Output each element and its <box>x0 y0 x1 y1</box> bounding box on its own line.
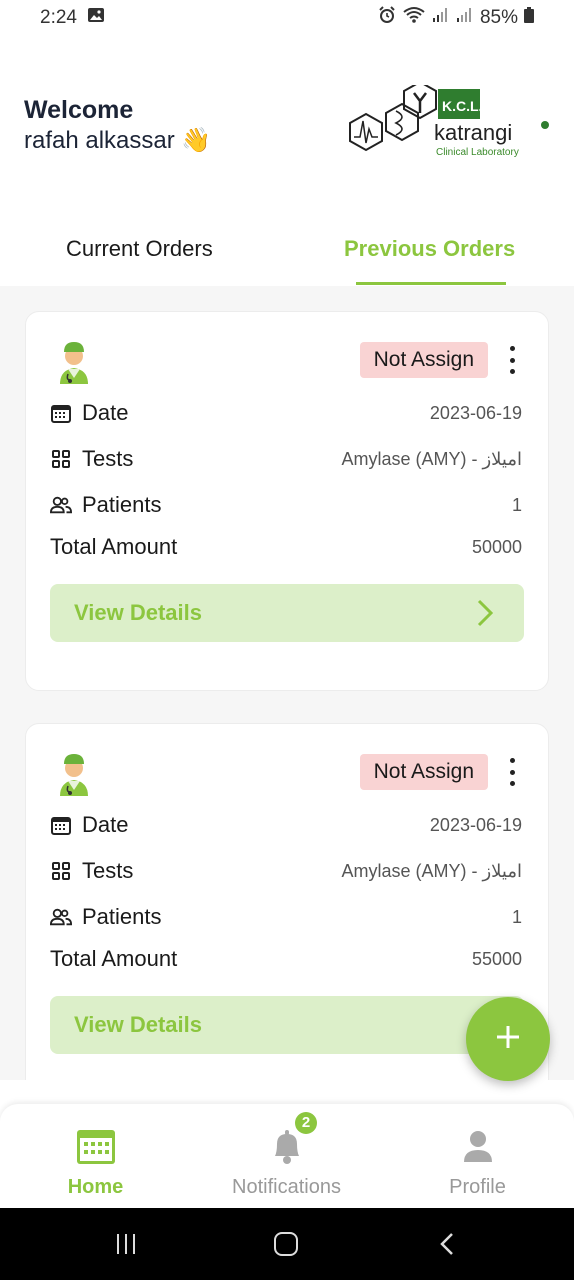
kebab-menu-icon[interactable] <box>508 346 516 374</box>
battery-icon <box>524 7 534 29</box>
system-navigation-bar <box>0 1208 574 1280</box>
patients-label: Patients <box>82 904 162 929</box>
nav-notifications-label: Notifications <box>232 1176 341 1198</box>
grid-icon <box>50 448 72 470</box>
patients-row: Patients 1 <box>50 902 522 932</box>
logo-subtitle-text: Clinical Laboratory <box>436 147 519 158</box>
total-value: 50000 <box>471 536 522 557</box>
grid-icon <box>50 860 72 882</box>
doctor-avatar <box>54 750 94 796</box>
view-details-button[interactable]: View Details <box>50 996 524 1054</box>
total-row: Total Amount 50000 <box>50 532 522 562</box>
total-value: 55000 <box>471 948 522 969</box>
home-system-icon[interactable] <box>274 1232 298 1261</box>
date-label: Date <box>82 400 129 425</box>
plus-icon <box>495 1024 521 1055</box>
total-label: Total Amount <box>50 946 178 971</box>
tests-value: Amylase (AMY) - اميلاز <box>341 860 522 881</box>
active-tab-indicator <box>356 282 506 285</box>
tests-label: Tests <box>82 858 134 883</box>
kebab-menu-icon[interactable] <box>508 758 516 786</box>
status-badge: Not Assign <box>359 342 488 378</box>
welcome-title: Welcome <box>24 96 134 124</box>
calendar-home-icon <box>76 1126 116 1166</box>
tab-current-orders[interactable]: Current Orders <box>66 236 213 262</box>
add-order-button[interactable] <box>466 997 550 1081</box>
person-icon <box>458 1126 498 1166</box>
gallery-icon <box>87 7 105 29</box>
total-row: Total Amount 55000 <box>50 944 522 974</box>
view-details-label: View Details <box>74 600 202 625</box>
people-icon <box>50 494 72 516</box>
battery-percent: 85% <box>479 7 518 28</box>
username: rafah alkassar 👋 <box>24 127 212 154</box>
calendar-icon <box>50 402 72 424</box>
nav-home-label: Home <box>67 1176 124 1198</box>
status-bar: 2:24 85% <box>0 0 574 36</box>
view-details-label: View Details <box>74 1012 202 1037</box>
patients-label: Patients <box>82 492 162 517</box>
tests-row: Tests Amylase (AMY) - اميلاز <box>50 856 522 886</box>
status-time: 2:24 <box>40 7 77 28</box>
orders-list[interactable]: Not Assign Date 2023-06-19 Tests Amylase… <box>0 286 574 1080</box>
people-icon <box>50 906 72 928</box>
tests-row: Tests Amylase (AMY) - اميلاز <box>50 444 522 474</box>
recent-apps-icon[interactable] <box>114 1232 138 1261</box>
calendar-icon <box>50 814 72 836</box>
status-badge: Not Assign <box>359 754 488 790</box>
signal-icon-2 <box>456 7 474 29</box>
logo-name-text: katrangi <box>434 120 512 145</box>
date-row: Date 2023-06-19 <box>50 810 522 840</box>
patients-row: Patients 1 <box>50 490 522 520</box>
date-row: Date 2023-06-19 <box>50 398 522 428</box>
nav-profile[interactable]: Profile <box>382 1104 573 1208</box>
tests-label: Tests <box>82 446 134 471</box>
wifi-icon <box>402 6 426 30</box>
order-card: Not Assign Date 2023-06-19 Tests Amylase… <box>25 311 549 691</box>
order-tabs: Current Orders Previous Orders <box>0 214 574 286</box>
date-value: 2023-06-19 <box>429 814 522 835</box>
notifications-count-badge: 2 <box>295 1112 317 1134</box>
chevron-right-icon <box>474 598 496 628</box>
total-label: Total Amount <box>50 534 178 559</box>
nav-profile-label: Profile <box>449 1176 506 1198</box>
patients-value: 1 <box>511 906 522 927</box>
patients-value: 1 <box>511 494 522 515</box>
nav-home[interactable]: Home <box>0 1104 191 1208</box>
signal-icon <box>432 7 450 29</box>
tests-value: Amylase (AMY) - اميلاز <box>341 448 522 469</box>
back-system-icon[interactable] <box>438 1232 458 1261</box>
header: Welcome rafah alkassar 👋 K.C.L. katrangi… <box>24 80 550 180</box>
doctor-avatar <box>54 338 94 384</box>
logo-kcl-text: K.C.L. <box>442 98 482 114</box>
nav-notifications[interactable]: 2 Notifications <box>191 1104 382 1208</box>
view-details-button[interactable]: View Details <box>50 584 524 642</box>
katrangi-logo: K.C.L. katrangi Clinical Laboratory <box>330 80 550 165</box>
alarm-icon <box>378 6 396 30</box>
date-label: Date <box>82 812 129 837</box>
bottom-navigation: Home 2 Notifications Profile <box>0 1104 574 1208</box>
tab-previous-orders[interactable]: Previous Orders <box>344 236 515 262</box>
date-value: 2023-06-19 <box>429 402 522 423</box>
